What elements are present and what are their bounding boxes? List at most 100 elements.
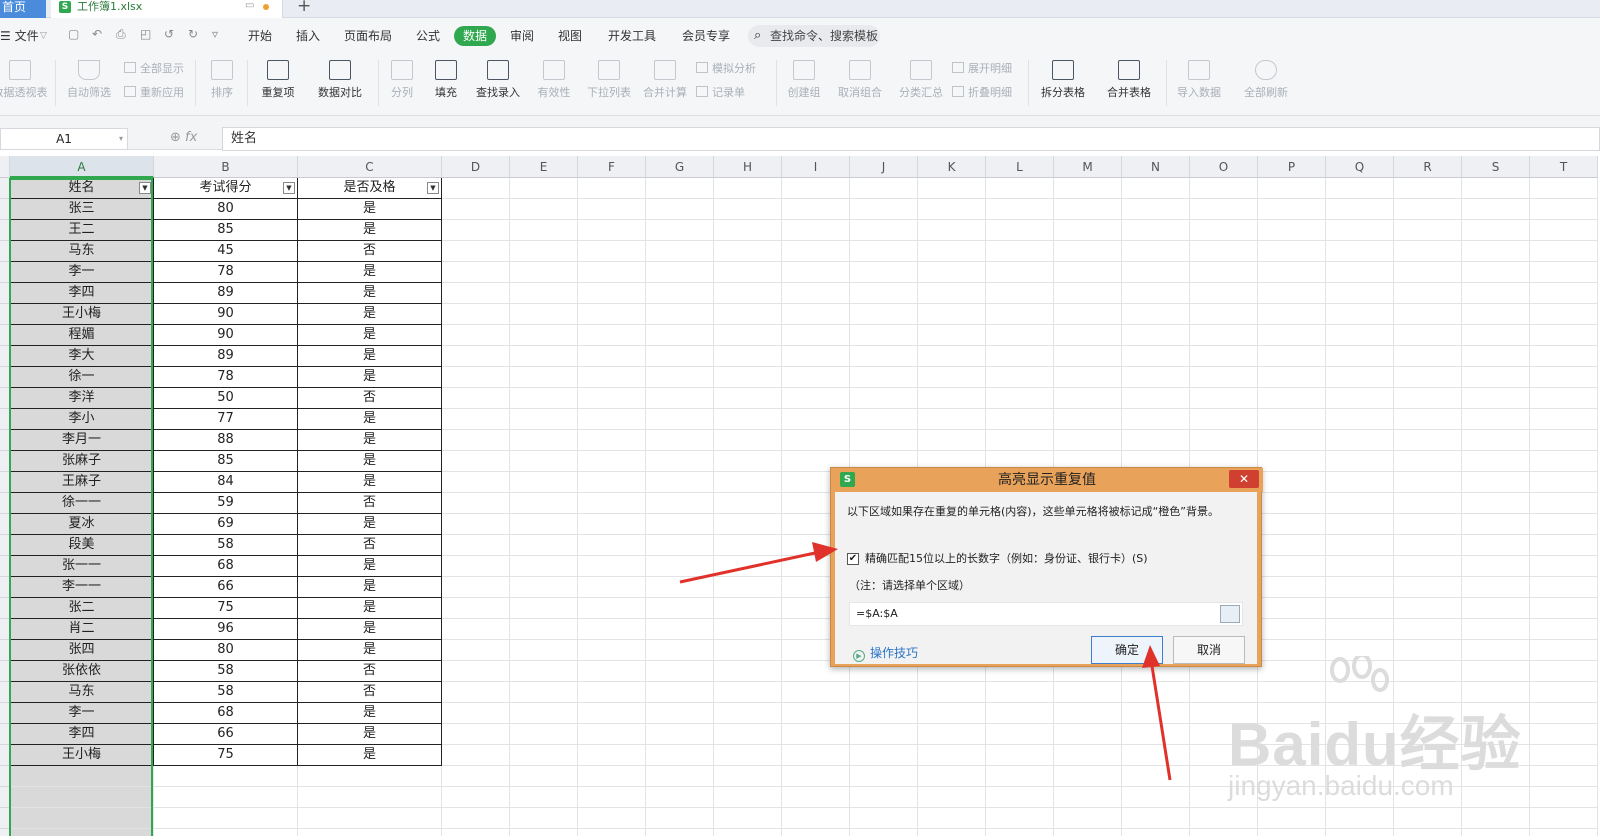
empty-cell[interactable] [1530,493,1598,514]
table-cell[interactable]: 是 [298,598,442,619]
empty-cell[interactable] [1326,472,1394,493]
empty-cell[interactable] [1530,640,1598,661]
empty-cell[interactable] [918,178,986,199]
empty-cell[interactable] [714,325,782,346]
empty-cell[interactable] [578,661,646,682]
empty-cell[interactable] [10,766,154,787]
empty-cell[interactable] [782,241,850,262]
empty-cell[interactable] [1530,745,1598,766]
empty-cell[interactable] [1190,724,1258,745]
table-cell[interactable]: 是 [298,430,442,451]
empty-cell[interactable] [646,367,714,388]
filter-dropdown-icon[interactable]: ▼ [283,182,295,194]
row-header[interactable] [0,451,10,472]
empty-cell[interactable] [1122,283,1190,304]
empty-cell[interactable] [1394,829,1462,836]
table-cell[interactable]: 58 [154,661,298,682]
menu-start[interactable]: 开始 [248,27,272,45]
empty-cell[interactable] [1326,346,1394,367]
command-search[interactable]: ⌕ 查找命令、搜索模板 [748,25,880,47]
empty-cell[interactable] [1462,304,1530,325]
empty-cell[interactable] [1326,724,1394,745]
table-cell[interactable]: 李大 [10,346,154,367]
collapse-detail-button[interactable]: 折叠明细 [952,86,1012,100]
empty-cell[interactable] [578,367,646,388]
empty-cell[interactable] [442,199,510,220]
empty-cell[interactable] [1258,262,1326,283]
table-cell[interactable]: 75 [154,745,298,766]
column-header-C[interactable]: C [298,156,442,178]
empty-cell[interactable] [1190,367,1258,388]
empty-cell[interactable] [442,745,510,766]
empty-cell[interactable] [714,409,782,430]
empty-cell[interactable] [1462,199,1530,220]
row-header[interactable] [0,556,10,577]
empty-cell[interactable] [714,682,782,703]
empty-cell[interactable] [1190,430,1258,451]
data-compare-button[interactable]: 数据对比 [310,60,370,100]
empty-cell[interactable] [1462,451,1530,472]
empty-cell[interactable] [714,598,782,619]
show-all-button[interactable]: 全部显示 [124,62,184,76]
empty-cell[interactable] [1462,388,1530,409]
empty-cell[interactable] [646,472,714,493]
table-cell[interactable]: 是 [298,745,442,766]
empty-cell[interactable] [782,766,850,787]
empty-cell[interactable] [510,262,578,283]
table-cell[interactable]: 李月一 [10,430,154,451]
empty-cell[interactable] [850,682,918,703]
empty-cell[interactable] [298,787,442,808]
empty-cell[interactable] [1122,262,1190,283]
empty-cell[interactable] [1326,409,1394,430]
chevron-down-icon[interactable]: ▽ [40,27,47,45]
empty-cell[interactable] [782,199,850,220]
empty-cell[interactable] [918,367,986,388]
empty-cell[interactable] [1326,283,1394,304]
empty-cell[interactable] [442,598,510,619]
row-header[interactable] [0,304,10,325]
empty-cell[interactable] [782,430,850,451]
row-header[interactable] [0,262,10,283]
empty-cell[interactable] [1258,745,1326,766]
table-cell[interactable]: 张一一 [10,556,154,577]
expand-detail-button[interactable]: 展开明细 [952,62,1012,76]
validation-button[interactable]: 有效性 [530,60,578,100]
empty-cell[interactable] [1394,682,1462,703]
empty-cell[interactable] [1190,703,1258,724]
empty-cell[interactable] [918,703,986,724]
empty-cell[interactable] [442,493,510,514]
close-button[interactable]: ✕ [1229,470,1259,488]
table-cell[interactable]: 是 [298,703,442,724]
empty-cell[interactable] [646,619,714,640]
empty-cell[interactable] [1462,472,1530,493]
table-cell[interactable]: 段美 [10,535,154,556]
empty-cell[interactable] [918,829,986,836]
empty-cell[interactable] [1326,661,1394,682]
empty-cell[interactable] [986,745,1054,766]
empty-cell[interactable] [782,220,850,241]
refresh-all-button[interactable]: 全部刷新 [1238,60,1294,100]
empty-cell[interactable] [1122,304,1190,325]
row-header[interactable] [0,724,10,745]
empty-cell[interactable] [442,283,510,304]
empty-cell[interactable] [578,787,646,808]
duplicates-button[interactable]: 重复项 [252,60,304,100]
empty-cell[interactable] [1394,430,1462,451]
empty-cell[interactable] [646,766,714,787]
empty-cell[interactable] [1054,682,1122,703]
empty-cell[interactable] [714,199,782,220]
empty-cell[interactable] [1122,724,1190,745]
menu-developer[interactable]: 开发工具 [608,27,656,45]
table-cell[interactable]: 80 [154,640,298,661]
menu-insert[interactable]: 插入 [296,27,320,45]
empty-cell[interactable] [510,535,578,556]
empty-cell[interactable] [442,682,510,703]
empty-cell[interactable] [918,220,986,241]
empty-cell[interactable] [986,262,1054,283]
empty-cell[interactable] [1122,241,1190,262]
empty-cell[interactable] [578,577,646,598]
table-cell[interactable]: 75 [154,598,298,619]
empty-cell[interactable] [510,703,578,724]
empty-cell[interactable] [1122,199,1190,220]
empty-cell[interactable] [850,199,918,220]
